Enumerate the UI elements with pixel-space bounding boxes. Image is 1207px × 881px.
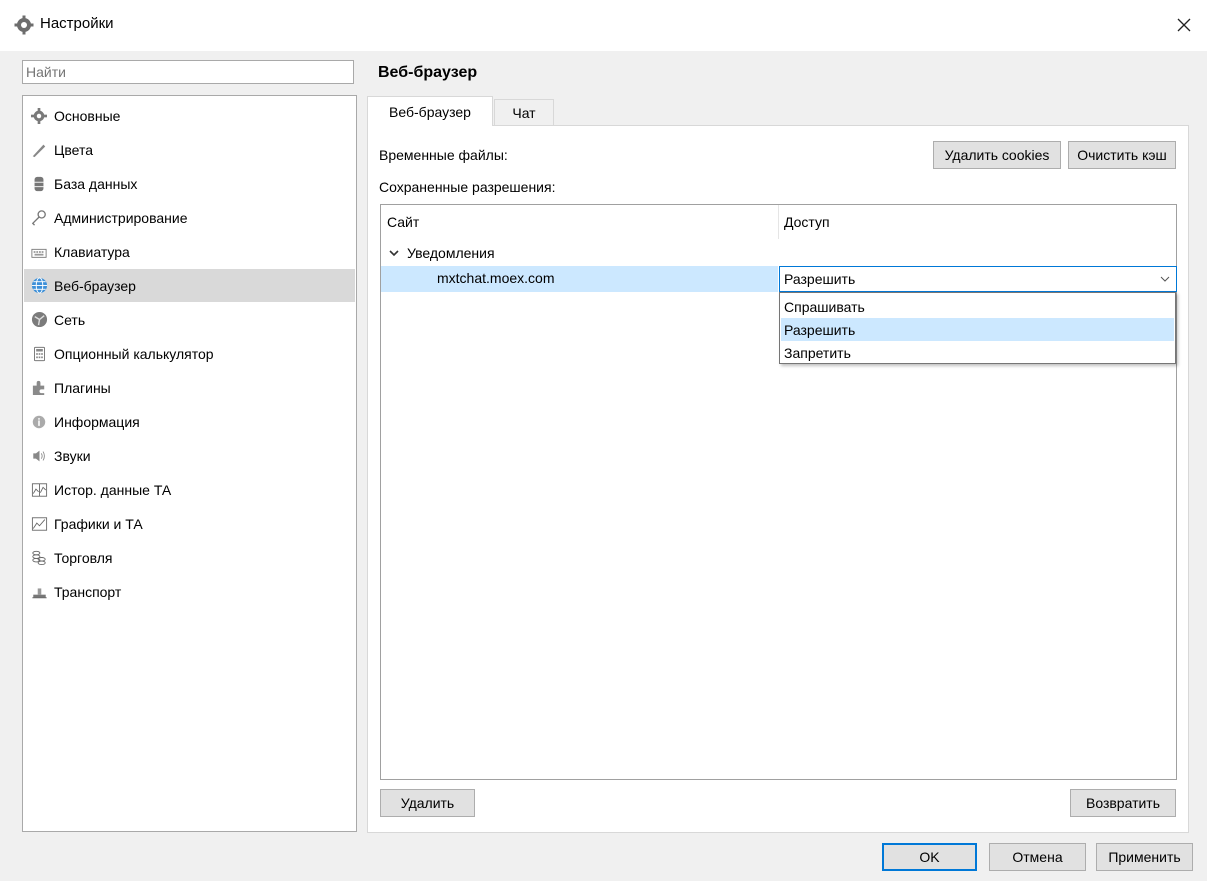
access-select-value: Разрешить [784,271,856,287]
sidebar-item-keyboard[interactable]: Клавиатура [24,235,355,268]
globe-icon [30,277,48,295]
sidebar-item-label: Опционный калькулятор [54,345,214,362]
brush-icon [30,141,48,159]
tab-chat[interactable]: Чат [494,99,554,125]
cancel-button[interactable]: Отмена [989,843,1086,871]
gear-icon [14,15,34,35]
close-icon [1177,18,1191,32]
sidebar-item-trading[interactable]: Торговля [24,541,355,574]
chevron-down-icon [1160,276,1170,282]
sidebar-item-database[interactable]: База данных [24,167,355,200]
temp-files-label: Временные файлы: [379,147,508,163]
group-label: Уведомления [407,245,495,261]
calculator-icon [30,345,48,363]
saved-permissions-label: Сохраненные разрешения: [379,179,556,195]
page-title: Веб-браузер [378,64,478,81]
tab-web-browser[interactable]: Веб-браузер [367,96,493,126]
sidebar-item-label: Клавиатура [54,243,130,260]
keyboard-icon [30,243,48,261]
line-chart-icon [30,515,48,533]
tree-group-row[interactable]: Уведомления [381,241,495,265]
sidebar-item-administration[interactable]: Администрирование [24,201,355,234]
sidebar-item-label: Транспорт [54,583,122,600]
restore-button[interactable]: Возвратить [1070,789,1176,817]
delete-button[interactable]: Удалить [380,789,475,817]
transport-icon [30,583,48,601]
sidebar-item-colors[interactable]: Цвета [24,133,355,166]
puzzle-icon [30,379,48,397]
sidebar-item-label: Веб-браузер [54,277,136,294]
sidebar-item-history-ta[interactable]: Истор. данные ТА [24,473,355,506]
sidebar-item-label: Истор. данные ТА [54,481,172,498]
speaker-icon [30,447,48,465]
sidebar-item-charts-ta[interactable]: Графики и ТА [24,507,355,540]
sidebar-item-label: Торговля [54,549,113,566]
dropdown-option-deny[interactable]: Запретить [781,341,1174,364]
dropdown-option-allow[interactable]: Разрешить [781,318,1174,341]
access-dropdown-list: Спрашивать Разрешить Запретить [779,292,1176,364]
sidebar-item-label: Плагины [54,379,111,396]
sidebar-item-network[interactable]: Сеть [24,303,355,336]
sidebar-item-label: Графики и ТА [54,515,143,532]
sidebar-item-transport[interactable]: Транспорт [24,575,355,608]
title-bar: Настройки [0,0,1207,51]
sidebar-item-plugins[interactable]: Плагины [24,371,355,404]
access-select[interactable]: Разрешить [779,266,1177,292]
sidebar-item-option-calculator[interactable]: Опционный калькулятор [24,337,355,370]
sidebar-item-general[interactable]: Основные [24,99,355,132]
database-icon [30,175,48,193]
chevron-down-icon[interactable] [389,248,399,258]
table-row[interactable]: mxtchat.moex.com [381,266,778,292]
column-separator[interactable] [778,205,779,239]
apply-button[interactable]: Применить [1096,843,1193,871]
key-icon [30,209,48,227]
sidebar-item-web-browser[interactable]: Веб-браузер [24,269,355,302]
sidebar-item-label: Звуки [54,447,91,464]
sidebar-item-label: Администрирование [54,209,188,226]
column-header-access[interactable]: Доступ [784,205,830,239]
sidebar-item-label: Сеть [54,311,86,328]
dropdown-option-ask[interactable]: Спрашивать [781,295,1174,318]
window-title: Настройки [40,15,114,32]
sidebar-item-sounds[interactable]: Звуки [24,439,355,472]
coins-icon [30,549,48,567]
column-header-site[interactable]: Сайт [387,205,419,239]
history-chart-icon [30,481,48,499]
close-button[interactable] [1161,0,1207,50]
search-input[interactable] [22,60,354,84]
sidebar-item-information[interactable]: Информация [24,405,355,438]
settings-window: Настройки Основные Цвета База данных Адм… [0,0,1207,881]
gear-icon [30,107,48,125]
sidebar-item-label: База данных [54,175,138,192]
ok-button[interactable]: OK [882,843,977,871]
sidebar-item-label: Основные [54,107,121,124]
delete-cookies-button[interactable]: Удалить cookies [933,141,1061,169]
sidebar-item-label: Информация [54,413,140,430]
site-cell: mxtchat.moex.com [437,270,555,286]
sidebar-item-label: Цвета [54,141,93,158]
info-icon [30,413,48,431]
network-icon [30,311,48,329]
clear-cache-button[interactable]: Очистить кэш [1068,141,1176,169]
sidebar: Основные Цвета База данных Администриров… [22,95,357,832]
